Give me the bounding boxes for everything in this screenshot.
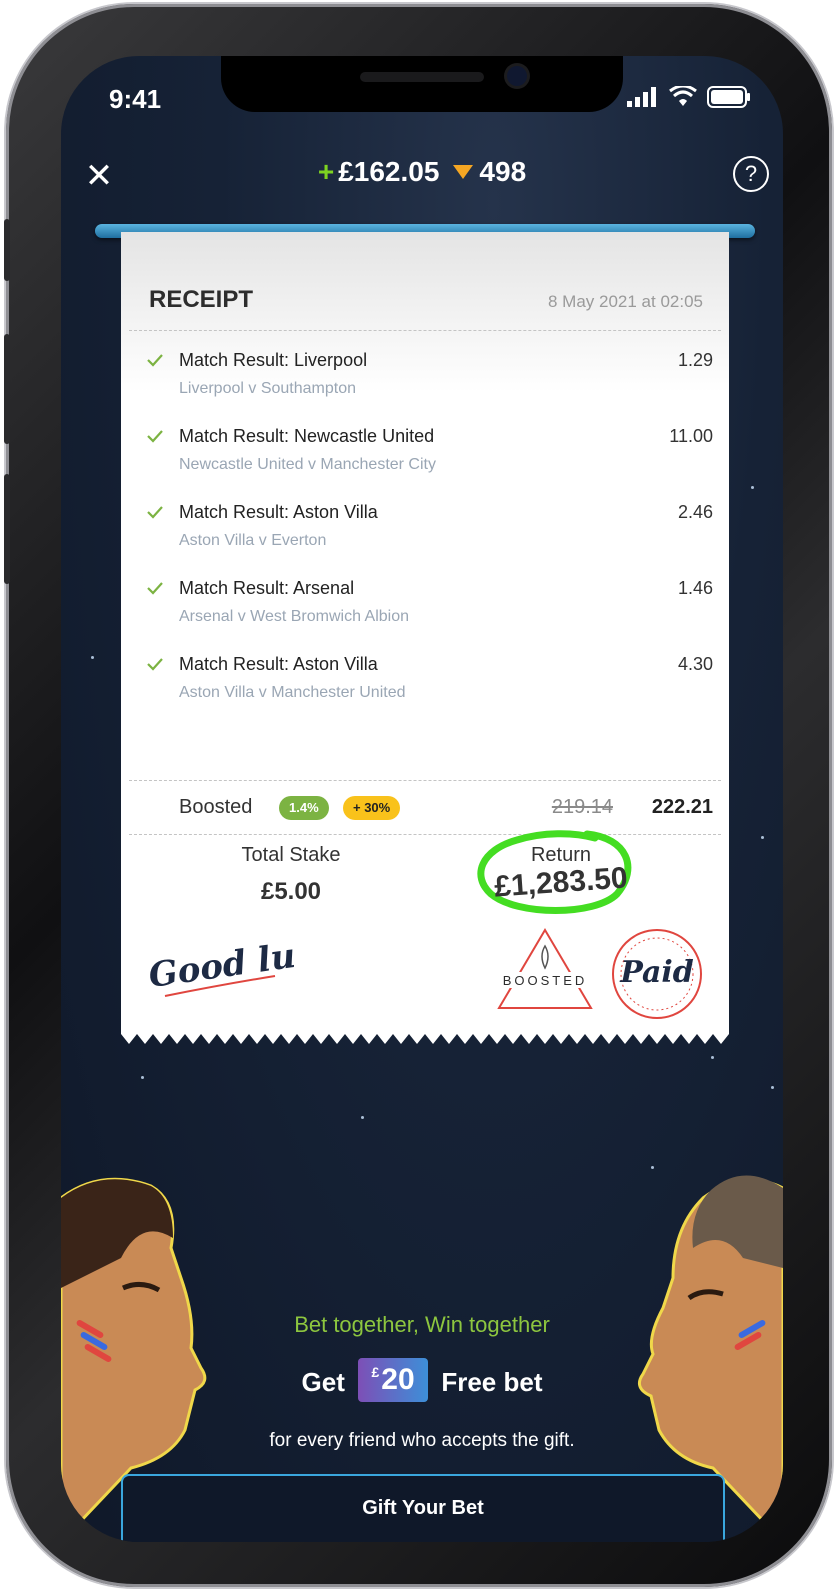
gem-count: 498 <box>479 156 527 187</box>
paid-stamp: Paid <box>612 929 702 1019</box>
svg-text:Good luck: Good luck <box>146 932 295 996</box>
selection-row: Match Result: Aston Villa 2.46 Aston Vil… <box>147 502 713 562</box>
selection-odds: 1.29 <box>677 350 713 370</box>
selection-name: Match Result: Aston Villa <box>179 654 378 674</box>
balance-display: + £162.05 498 <box>61 156 783 188</box>
notch <box>221 56 623 112</box>
battery-icon <box>707 86 750 108</box>
receipt-card: RECEIPT 8 May 2021 at 02:05 Match Result… <box>121 232 729 1034</box>
selection-row: Match Result: Aston Villa 4.30 Aston Vil… <box>147 654 713 714</box>
star <box>361 1116 364 1119</box>
star <box>751 486 754 489</box>
svg-text:BOOSTED: BOOSTED <box>503 973 588 988</box>
selection-odds: 4.30 <box>677 654 713 674</box>
promo-tagline: Bet together, Win together <box>294 1312 550 1337</box>
receipt-title: RECEIPT <box>149 286 254 313</box>
check-icon <box>147 506 163 519</box>
divider <box>129 780 721 781</box>
selection-row: Match Result: Liverpool 1.29 Liverpool v… <box>147 350 713 410</box>
total-stake-value: £5.00 <box>260 878 322 905</box>
offer-currency: £ <box>371 1364 380 1380</box>
check-icon <box>147 582 163 595</box>
selection-odds: 1.46 <box>677 578 713 598</box>
check-icon <box>147 658 163 671</box>
selection-match: Arsenal v West Bromwich Albion <box>179 608 410 625</box>
boost-label: Boosted <box>179 796 253 818</box>
boosted-odds: 222.21 <box>651 796 713 818</box>
speaker <box>360 72 484 82</box>
boost-row: Boosted 1.4% + 30% 219.14 222.21 <box>179 794 713 824</box>
help-icon[interactable]: ? <box>733 156 769 192</box>
check-icon <box>147 354 163 367</box>
star <box>761 836 764 839</box>
star <box>91 656 94 659</box>
total-stake-label: Total Stake <box>241 844 341 866</box>
selection-name: Match Result: Arsenal <box>179 578 355 598</box>
gift-your-bet-button[interactable]: Gift Your Bet <box>121 1474 725 1542</box>
app-screen: 9:41 ✕ + £162.05 498 ? RECEIPT 8 May 202… <box>61 56 783 1542</box>
signal-icon <box>627 87 656 107</box>
selection-odds: 2.46 <box>677 502 713 522</box>
good-luck-stamp: Good luck <box>146 932 295 997</box>
selection-match: Liverpool v Southampton <box>179 380 356 397</box>
status-time: 9:41 <box>109 84 162 114</box>
selection-row: Match Result: Newcastle United 11.00 New… <box>147 426 713 486</box>
receipt-date: 8 May 2021 at 02:05 <box>547 292 703 311</box>
check-icon <box>147 430 163 443</box>
receipt-torn-edge <box>121 1034 729 1044</box>
selection-name: Match Result: Liverpool <box>179 350 368 370</box>
divider <box>129 330 721 331</box>
selection-odds: 11.00 <box>669 426 713 446</box>
offer-suffix: Free bet <box>441 1366 543 1397</box>
selection-match: Newcastle United v Manchester City <box>179 456 436 473</box>
camera <box>507 66 527 86</box>
selection-match: Aston Villa v Everton <box>179 532 327 549</box>
mute-switch <box>4 219 10 281</box>
offer-prefix: Get <box>301 1366 345 1397</box>
volume-up-button <box>4 334 10 444</box>
star <box>771 1086 774 1089</box>
volume-down-button <box>4 474 10 584</box>
selection-match: Aston Villa v Manchester United <box>179 684 406 701</box>
selection-row: Match Result: Arsenal 1.46 Arsenal v Wes… <box>147 578 713 638</box>
wifi-icon <box>669 86 697 106</box>
status-icons <box>627 86 751 108</box>
gem-icon <box>453 164 474 179</box>
top-bar: ✕ + £162.05 498 ? <box>61 152 783 198</box>
free-bet-badge: £20 <box>358 1358 429 1402</box>
offer-amount: 20 <box>381 1363 415 1396</box>
selection-name: Match Result: Aston Villa <box>179 502 378 522</box>
star <box>711 1056 714 1059</box>
plus-icon: + <box>317 156 335 187</box>
boost-percent-badge: 1.4% <box>279 796 329 820</box>
promo-offer: Get £20 Free bet <box>61 1358 783 1406</box>
original-odds: 219.14 <box>551 796 613 818</box>
boosted-logo: BOOSTED <box>497 928 593 1009</box>
svg-text:Paid: Paid <box>619 955 694 990</box>
star <box>141 1076 144 1079</box>
balance-change: £162.05 <box>338 156 440 187</box>
boost-bonus-badge: + 30% <box>343 796 401 820</box>
promo-subtext: for every friend who accepts the gift. <box>269 1430 575 1451</box>
selection-name: Match Result: Newcastle United <box>179 426 435 446</box>
phone-frame: 9:41 ✕ + £162.05 498 ? RECEIPT 8 May 202… <box>4 4 832 1587</box>
